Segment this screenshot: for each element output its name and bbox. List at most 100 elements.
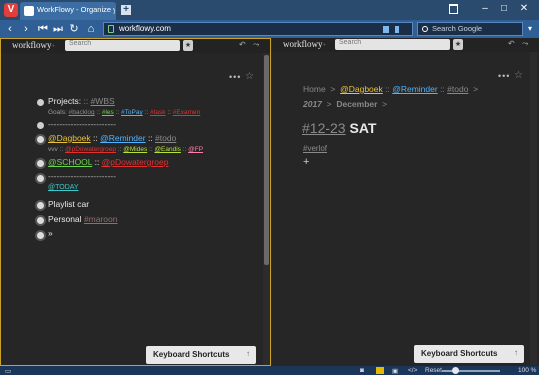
workflowy-logo[interactable]: workflowy+ xyxy=(283,39,326,49)
list-item-school[interactable]: @SCHOOL :: @pDowatergroep xyxy=(48,157,168,167)
back-icon[interactable]: ‹ xyxy=(4,22,16,36)
more-options-icon[interactable]: ••• xyxy=(498,71,510,81)
list-item-divider[interactable]: ------------------------ xyxy=(48,119,116,129)
list-item-personal[interactable]: Personal #maroon xyxy=(48,214,118,224)
star-outline-icon[interactable]: ☆ xyxy=(245,71,254,82)
redo-icon[interactable]: ⤳ xyxy=(522,39,528,49)
undo-icon[interactable]: ↶ xyxy=(239,40,246,49)
zoom-level: 100 % xyxy=(518,367,537,374)
zoom-slider-knob[interactable] xyxy=(452,367,459,374)
tag-pdowatergroep[interactable]: @pDowatergroep xyxy=(102,157,169,167)
bullet-icon[interactable] xyxy=(37,175,44,182)
new-tab-button[interactable]: + xyxy=(121,5,131,15)
breadcrumb-dagboek[interactable]: @Dagboek xyxy=(340,84,383,94)
note-today[interactable]: @TODAY xyxy=(48,184,79,191)
scrollbar[interactable] xyxy=(263,53,270,365)
keyboard-shortcuts-button[interactable]: Keyboard Shortcuts ↑ xyxy=(146,346,256,364)
bookmark-icon[interactable] xyxy=(395,26,399,33)
tag-verlof[interactable]: #verlof xyxy=(303,144,327,153)
tag-maroon[interactable]: #maroon xyxy=(84,214,118,224)
list-item-projects[interactable]: Projects: :: #WBS xyxy=(48,96,115,106)
breadcrumb-reminder[interactable]: @Reminder xyxy=(392,84,437,94)
extension-icon[interactable] xyxy=(383,26,389,33)
tag-examen[interactable]: #Examen xyxy=(173,109,200,116)
tag-mides[interactable]: @Mides xyxy=(123,146,147,153)
rewind-icon[interactable]: ⏮ xyxy=(37,22,49,36)
tag-reminder[interactable]: @Reminder xyxy=(100,133,145,143)
note-vvv[interactable]: vvv :: @pDowatergroep :: @Mides :: @Eand… xyxy=(48,146,203,153)
list-item-playlist[interactable]: Playlist car xyxy=(48,199,89,209)
tag-todo[interactable]: #todo xyxy=(155,133,176,143)
note-goals[interactable]: Goals: #backlog :: #les :: #ToPay :: #ta… xyxy=(48,109,200,116)
lock-icon xyxy=(108,25,114,33)
tag-pdowatergroep[interactable]: @pDowatergroep xyxy=(65,146,116,153)
tag-les[interactable]: #les xyxy=(102,109,114,116)
tag-topay[interactable]: #ToPay xyxy=(121,109,143,116)
star-icon[interactable]: ★ xyxy=(453,39,463,50)
breadcrumb-home[interactable]: Home xyxy=(303,84,326,94)
workflowy-logo[interactable]: workflowy+ xyxy=(12,40,55,50)
tag-eandis[interactable]: @Eandis xyxy=(154,146,180,153)
bullet-icon[interactable] xyxy=(37,122,44,129)
fast-forward-icon[interactable]: ⏭ xyxy=(52,22,64,36)
arrow-up-icon: ↑ xyxy=(514,348,518,357)
tag-dagboek[interactable]: @Dagboek xyxy=(48,133,91,143)
workflowy-search-input[interactable]: Search xyxy=(65,40,180,51)
tag-fp[interactable]: @FP xyxy=(188,146,203,153)
code-icon[interactable]: </> xyxy=(408,367,417,374)
camera-icon[interactable]: ◙ xyxy=(360,367,364,374)
keyboard-shortcuts-button[interactable]: Keyboard Shortcuts ↑ xyxy=(414,345,524,363)
tag-school[interactable]: @SCHOOL xyxy=(48,157,92,167)
bullet-icon[interactable] xyxy=(37,136,44,143)
tag-backlog[interactable]: #backlog xyxy=(69,109,95,116)
home-icon[interactable]: ⌂ xyxy=(85,22,97,36)
title-tag[interactable]: #12-23 xyxy=(302,120,346,136)
reload-icon[interactable]: ↻ xyxy=(68,22,80,36)
url-field[interactable]: workflowy.com xyxy=(103,22,413,36)
trash-icon[interactable] xyxy=(449,4,458,14)
breadcrumb-todo[interactable]: #todo xyxy=(447,84,468,94)
bullet-icon[interactable] xyxy=(37,217,44,224)
note-verlof[interactable]: #verlof xyxy=(303,144,327,153)
tag-wbs[interactable]: #WBS xyxy=(91,96,115,106)
bullet-icon[interactable] xyxy=(37,232,44,239)
logo-plus-icon: + xyxy=(51,44,55,50)
list-item-dagboek[interactable]: @Dagboek :: @Reminder :: #todo xyxy=(48,133,176,143)
minimize-icon[interactable]: – xyxy=(478,3,492,14)
scrollbar-thumb[interactable] xyxy=(531,54,536,55)
scrollbar-thumb[interactable] xyxy=(264,55,269,265)
search-field[interactable]: Search Google xyxy=(417,22,523,36)
forward-icon[interactable]: › xyxy=(20,22,32,36)
close-icon[interactable]: ✕ xyxy=(517,3,531,14)
vivaldi-logo-icon[interactable]: V xyxy=(4,3,18,17)
workflowy-search-input[interactable]: Search xyxy=(335,39,450,50)
image-icon[interactable]: ▣ xyxy=(392,367,398,375)
button-label: Keyboard Shortcuts xyxy=(421,349,498,358)
star-outline-icon[interactable]: ☆ xyxy=(514,70,523,81)
redo-icon[interactable]: ⤳ xyxy=(253,40,259,50)
tag-task[interactable]: #task xyxy=(150,109,166,116)
scrollbar[interactable] xyxy=(530,52,537,365)
tag-today[interactable]: @TODAY xyxy=(48,184,79,191)
zoom-slider[interactable] xyxy=(442,370,500,372)
page-title[interactable]: #12-23 SAT xyxy=(302,120,376,136)
breadcrumb-month[interactable]: December xyxy=(336,99,377,109)
logo-text: workflowy xyxy=(283,39,323,49)
panel-toggle-icon[interactable]: ▭ xyxy=(5,367,11,375)
bullet-icon[interactable] xyxy=(37,202,44,209)
list-item-more[interactable]: » xyxy=(48,228,53,238)
add-item-button[interactable]: + xyxy=(303,156,309,168)
breadcrumb-year[interactable]: 2017 xyxy=(303,99,322,109)
undo-icon[interactable]: ↶ xyxy=(508,39,515,48)
maximize-icon[interactable]: □ xyxy=(497,3,511,14)
tab-workflowy[interactable]: WorkFlowy - Organize your xyxy=(20,2,116,20)
tiling-icon[interactable] xyxy=(376,367,384,374)
bullet-icon[interactable] xyxy=(37,160,44,167)
bullet-icon[interactable] xyxy=(37,99,44,106)
more-options-icon[interactable]: ••• xyxy=(229,72,241,82)
zoom-reset[interactable]: Reset xyxy=(425,367,442,374)
star-icon[interactable]: ★ xyxy=(183,40,193,51)
list-item-divider[interactable]: ------------------------ xyxy=(48,171,116,181)
note-label: vvv :: xyxy=(48,146,64,153)
chevron-down-icon[interactable]: ▾ xyxy=(528,24,535,34)
